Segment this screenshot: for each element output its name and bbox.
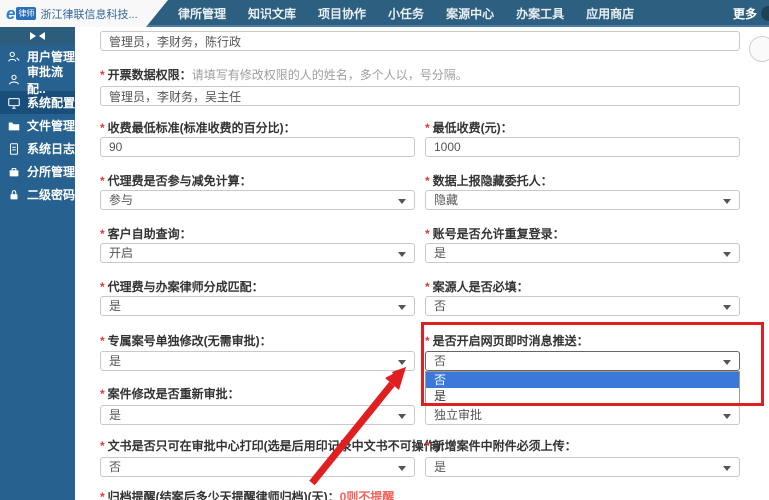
case-edit-reapproval-label: * 案件修改是否重新审批： — [100, 387, 240, 401]
sidebar-item-file-management[interactable]: 文件管理 — [0, 114, 75, 137]
web-push-label: * 是否开启网页即时消息推送： — [425, 334, 589, 348]
log-icon — [9, 142, 19, 155]
hide-client-select[interactable]: 隐藏 — [425, 190, 740, 210]
attachment-required-label: * 新增案件中附件必须上传： — [425, 439, 577, 453]
app-window: 律所管理 知识文库 项目协作 小任务 案源中心 办案工具 应用商店 更多 e 律… — [0, 0, 769, 500]
logo-e-icon: e — [6, 3, 16, 23]
logo-badge: 律师 — [16, 7, 37, 20]
invoice-permission-label: * 开票数据权限：请填写有修改权限的人的姓名，多个人以，号分隔。 — [100, 68, 468, 82]
sidebar-item-branch-management[interactable]: 分所管理 — [0, 160, 75, 183]
independent-approval-select[interactable]: 独立审批 — [425, 405, 740, 425]
duplicate-login-label: * 账号是否允许重复登录： — [425, 227, 565, 241]
web-push-dropdown: 否 是 — [425, 371, 740, 405]
sidebar-collapse-button[interactable] — [0, 27, 75, 45]
invoice-permission-input[interactable] — [100, 86, 740, 106]
sidebar-item-approval-flow[interactable]: 审批流配.. — [0, 65, 75, 96]
document-print-label: * 文书是否只可在审批中心打印(选是后用印记录中文书不可操作)： — [100, 439, 452, 453]
client-self-query-label: * 客户自助查询： — [100, 227, 192, 241]
dropdown-caret-icon — [398, 199, 406, 204]
case-number-edit-select[interactable]: 是 — [100, 351, 415, 371]
collapse-right-icon — [30, 32, 36, 40]
case-source-required-label: * 案源人是否必填： — [425, 280, 529, 294]
invoice-permission-hint: 请填写有修改权限的人的姓名，多个人以，号分隔。 — [191, 68, 468, 82]
branch-icon — [9, 167, 19, 176]
duplicate-login-select[interactable]: 是 — [425, 243, 740, 263]
system-config-icon — [8, 97, 20, 109]
dropdown-caret-icon — [398, 466, 406, 471]
nav-item-project-collaboration[interactable]: 项目协作 — [318, 5, 366, 22]
dropdown-caret-icon — [398, 414, 406, 419]
web-push-select[interactable]: 否 — [425, 351, 740, 371]
dropdown-caret-icon — [723, 305, 731, 310]
sidebar-item-label: 文件管理 — [27, 119, 76, 133]
agency-fee-reduction-label: * 代理费是否参与减免计算： — [100, 174, 252, 188]
nav-item-case-tools[interactable]: 办案工具 — [516, 5, 564, 22]
dropdown-caret-icon — [398, 252, 406, 257]
lock-icon — [10, 189, 18, 199]
avatar[interactable] — [761, 6, 769, 21]
admins-input[interactable] — [100, 31, 740, 51]
client-self-query-select[interactable]: 开启 — [100, 243, 415, 263]
sidebar-item-label: 系统配置 — [27, 96, 76, 110]
sidebar-item-system-log[interactable]: 系统日志 — [0, 137, 75, 160]
sidebar-item-label: 系统日志 — [27, 142, 76, 156]
required-marker: * — [100, 68, 105, 82]
dropdown-caret-icon — [398, 305, 406, 310]
sidebar-item-label: 分所管理 — [27, 165, 76, 179]
top-nav-right: 更多 — [733, 0, 769, 27]
fee-split-match-select[interactable]: 是 — [100, 296, 415, 316]
folder-icon — [8, 122, 20, 130]
sidebar-item-secondary-password[interactable]: 二级密码 — [0, 183, 75, 206]
nav-item-case-source-center[interactable]: 案源中心 — [446, 5, 494, 22]
dropdown-caret-icon — [723, 252, 731, 257]
sidebar-item-system-config[interactable]: 系统配置 — [0, 91, 75, 114]
dropdown-caret-icon — [723, 414, 731, 419]
min-fee-label: * 最低收费(元)： — [425, 121, 513, 135]
nav-item-small-tasks[interactable]: 小任务 — [388, 5, 424, 22]
dropdown-option-no[interactable]: 否 — [426, 372, 739, 388]
collapse-left-icon — [39, 32, 45, 40]
min-fee-standard-input[interactable] — [100, 137, 415, 157]
company-name: 浙江律联信息科技... — [40, 8, 138, 21]
document-print-select[interactable]: 否 — [100, 457, 415, 477]
archive-reminder-warning: 0则不提醒 — [339, 490, 395, 500]
more-button[interactable]: 更多 — [733, 5, 757, 22]
top-nav-menu: 律所管理 知识文库 项目协作 小任务 案源中心 办案工具 应用商店 — [178, 0, 634, 27]
dropdown-caret-icon — [723, 360, 731, 365]
hide-client-label: * 数据上报隐藏委托人： — [425, 174, 553, 188]
nav-item-app-store[interactable]: 应用商店 — [586, 5, 634, 22]
user-icon — [8, 51, 20, 62]
nav-item-knowledge-library[interactable]: 知识文库 — [248, 5, 296, 22]
dropdown-caret-icon — [398, 360, 406, 365]
case-source-required-select[interactable]: 否 — [425, 296, 740, 316]
fee-split-match-label: * 代理费与办案律师分成匹配： — [100, 280, 264, 294]
sidebar-item-label: 二级密码 — [27, 188, 76, 202]
dropdown-caret-icon — [723, 466, 731, 471]
approval-flow-icon — [9, 74, 19, 85]
case-number-edit-label: * 专属案号单独修改(无需审批)： — [100, 334, 272, 348]
case-edit-reapproval-select[interactable]: 是 — [100, 405, 415, 425]
agency-fee-reduction-select[interactable]: 参与 — [100, 190, 415, 210]
app-logo: e 律师 浙江律联信息科技... — [0, 0, 168, 27]
min-fee-standard-label: * 收费最低标准(标准收费的百分比)： — [100, 121, 296, 135]
min-fee-input[interactable] — [425, 137, 740, 157]
sidebar: 用户管理 审批流配.. 系统配置 文件管理 系统日志 分所管理 二级密码 — [0, 27, 75, 500]
attachment-required-select[interactable]: 是 — [425, 457, 740, 477]
dropdown-option-yes[interactable]: 是 — [426, 388, 739, 404]
floating-widget-button[interactable] — [749, 36, 769, 62]
dropdown-caret-icon — [723, 199, 731, 204]
archive-reminder-label: * 归档提醒(结案后多少天提醒律师归档)(天)：0则不提醒 — [100, 488, 394, 500]
nav-item-firm-management[interactable]: 律所管理 — [178, 5, 226, 22]
top-nav: 律所管理 知识文库 项目协作 小任务 案源中心 办案工具 应用商店 更多 e 律… — [0, 0, 769, 27]
sidebar-item-label: 审批流配.. — [27, 64, 64, 96]
